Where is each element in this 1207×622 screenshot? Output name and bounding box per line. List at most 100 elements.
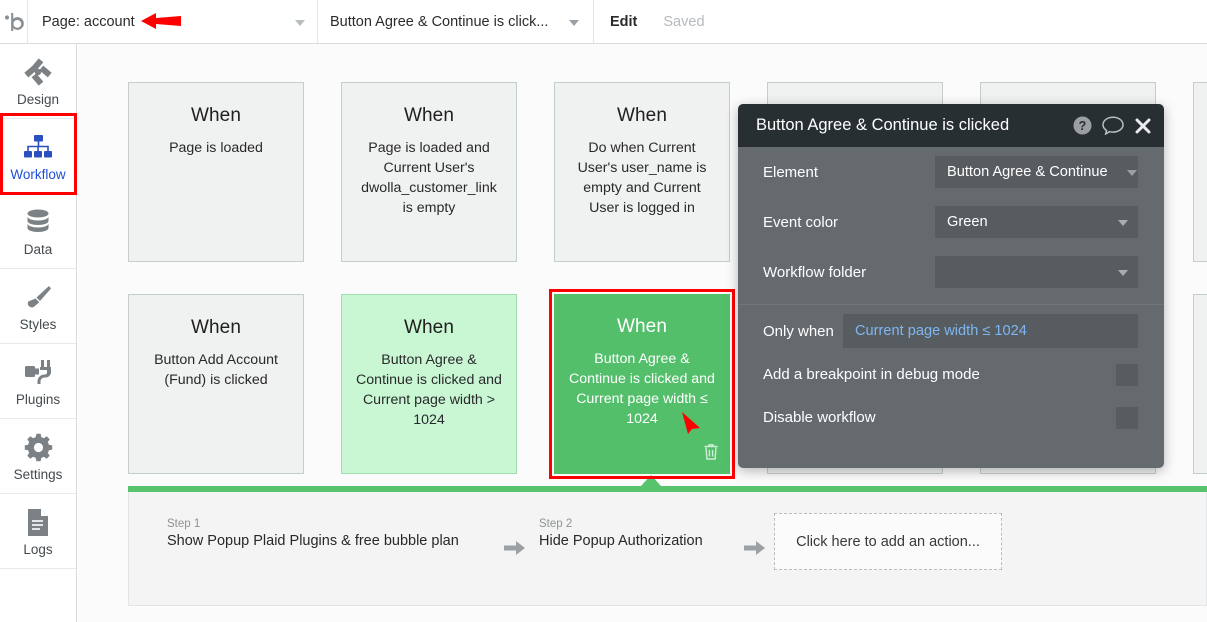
sidebar-item-label: Logs bbox=[23, 542, 53, 557]
chevron-down-icon bbox=[569, 19, 579, 26]
workflow-selector-label: Button Agree & Continue is click... bbox=[330, 13, 549, 30]
event-card-condition: Page is loaded bbox=[169, 140, 263, 156]
connector-triangle-icon bbox=[641, 475, 661, 486]
bubble-logo[interactable] bbox=[0, 0, 28, 43]
element-dropdown-value: Button Agree & Continue bbox=[947, 164, 1108, 180]
event-card-selected[interactable]: When Button Agree & Continue is clicked … bbox=[554, 294, 730, 474]
arrow-right-icon bbox=[504, 540, 526, 556]
sidebar-item-plugins[interactable]: Plugins bbox=[0, 344, 76, 419]
sidebar-item-label: Settings bbox=[13, 467, 63, 482]
event-card[interactable]: When Button Add Account (Fund) is clicke… bbox=[128, 294, 304, 474]
page-selector-label: Page: account bbox=[42, 13, 135, 30]
event-card-when: When bbox=[190, 317, 242, 338]
event-color-dropdown-value: Green bbox=[947, 214, 988, 230]
action-step-number: Step 1 bbox=[167, 518, 201, 530]
panel-title: Button Agree & Continue is clicked bbox=[756, 116, 1010, 134]
edit-button-label: Edit bbox=[610, 13, 638, 30]
event-properties-panel: Button Agree & Continue is clicked ? Ele… bbox=[738, 104, 1164, 468]
event-card[interactable]: When Do when Current User's user_name is… bbox=[554, 82, 730, 262]
arrow-right-icon bbox=[744, 540, 766, 556]
design-icon bbox=[23, 55, 53, 89]
action-step[interactable]: Step 1 Show Popup Plaid Plugins & free b… bbox=[167, 518, 459, 549]
top-toolbar: Page: account Button Agree & Continue is… bbox=[0, 0, 1207, 44]
panel-divider bbox=[738, 304, 1164, 305]
sidebar-item-data[interactable]: Data bbox=[0, 194, 76, 269]
close-icon[interactable] bbox=[1134, 117, 1152, 135]
breakpoint-field-row: Add a breakpoint in debug mode bbox=[738, 353, 1164, 396]
comment-icon[interactable] bbox=[1102, 116, 1124, 135]
chevron-down-icon bbox=[1118, 270, 1128, 276]
event-card-condition: Page is loaded and Current User's dwolla… bbox=[361, 140, 497, 216]
only-when-expression[interactable]: Current page width ≤ 1024 bbox=[843, 314, 1138, 348]
panel-header: Button Agree & Continue is clicked ? bbox=[738, 104, 1164, 147]
event-card-condition: Button Add Account (Fund) is clicked bbox=[154, 352, 278, 388]
event-color-field-label: Event color bbox=[763, 213, 839, 231]
chevron-down-icon bbox=[1118, 220, 1128, 226]
add-action-button[interactable]: Click here to add an action... bbox=[774, 513, 1002, 570]
element-dropdown[interactable]: Button Agree & Continue bbox=[935, 156, 1138, 188]
sidebar-item-label: Styles bbox=[19, 317, 57, 332]
panel-body: Element Button Agree & Continue Event co… bbox=[738, 147, 1164, 468]
workflow-icon bbox=[23, 130, 53, 164]
breakpoint-checkbox[interactable] bbox=[1116, 363, 1138, 386]
workflow-folder-field-row: Workflow folder bbox=[738, 247, 1164, 297]
breakpoint-field-label: Add a breakpoint in debug mode bbox=[763, 366, 980, 383]
bubble-editor-window: Page: account Button Agree & Continue is… bbox=[0, 0, 1207, 622]
event-card-when: When bbox=[190, 105, 242, 126]
sidebar-item-workflow[interactable]: Workflow bbox=[0, 119, 76, 194]
logs-icon bbox=[26, 505, 50, 539]
chevron-down-icon bbox=[1127, 170, 1137, 176]
plugins-icon bbox=[23, 355, 53, 389]
sidebar-item-label: Workflow bbox=[10, 167, 66, 182]
only-when-field-label: Only when bbox=[763, 322, 834, 340]
sidebar-item-label: Plugins bbox=[15, 392, 61, 407]
disable-workflow-field-row: Disable workflow bbox=[738, 396, 1164, 439]
event-card-when: When bbox=[616, 105, 668, 126]
event-card[interactable]: When bbox=[1193, 294, 1207, 474]
edit-button[interactable]: Edit bbox=[594, 0, 653, 43]
sidebar-item-styles[interactable]: Styles bbox=[0, 269, 76, 344]
event-color-dropdown[interactable]: Green bbox=[935, 206, 1138, 238]
disable-workflow-field-label: Disable workflow bbox=[763, 409, 876, 426]
event-card-condition: Button Agree & Continue is clicked and C… bbox=[356, 352, 502, 428]
sidebar-item-label: Design bbox=[16, 92, 60, 107]
sidebar-item-design[interactable]: Design bbox=[0, 44, 76, 119]
svg-text:?: ? bbox=[1079, 119, 1087, 133]
styles-icon bbox=[23, 280, 53, 314]
event-card-condition: Do when Current User's user_name is empt… bbox=[577, 140, 707, 216]
event-card-when: When bbox=[616, 316, 668, 337]
delete-icon[interactable] bbox=[703, 443, 719, 466]
action-step-label: Hide Popup Authorization bbox=[539, 533, 703, 549]
gear-icon bbox=[24, 430, 53, 464]
data-icon bbox=[23, 205, 53, 239]
workflow-folder-dropdown[interactable] bbox=[935, 256, 1138, 288]
action-step-number: Step 2 bbox=[539, 518, 573, 530]
event-card-when: When bbox=[403, 317, 455, 338]
event-card[interactable]: When Button Agree & Continue is clicked … bbox=[341, 294, 517, 474]
sidebar-item-label: Data bbox=[23, 242, 53, 257]
bubble-logo-icon bbox=[4, 11, 24, 33]
saved-status: Saved bbox=[653, 0, 714, 43]
annotation-arrow-upleft-icon bbox=[680, 410, 706, 441]
element-field-row: Element Button Agree & Continue bbox=[738, 147, 1164, 197]
sidebar-item-settings[interactable]: Settings bbox=[0, 419, 76, 494]
disable-workflow-checkbox[interactable] bbox=[1116, 406, 1138, 429]
help-icon[interactable]: ? bbox=[1073, 116, 1092, 135]
only-when-expression-value: Current page width ≤ 1024 bbox=[855, 323, 1027, 339]
workflow-selector[interactable]: Button Agree & Continue is click... bbox=[318, 0, 594, 43]
action-step[interactable]: Step 2 Hide Popup Authorization bbox=[539, 518, 703, 549]
event-card[interactable]: When bbox=[1193, 82, 1207, 262]
element-field-label: Element bbox=[763, 163, 819, 181]
add-action-label: Click here to add an action... bbox=[796, 533, 980, 550]
saved-status-label: Saved bbox=[663, 13, 705, 30]
chevron-down-icon bbox=[295, 19, 305, 26]
event-card[interactable]: When Page is loaded bbox=[128, 82, 304, 262]
workflow-folder-field-label: Workflow folder bbox=[763, 263, 867, 281]
only-when-field-row: Only when Current page width ≤ 1024 bbox=[738, 309, 1164, 353]
actions-strip: Step 1 Show Popup Plaid Plugins & free b… bbox=[128, 492, 1207, 606]
event-card-when: When bbox=[403, 105, 455, 126]
event-card[interactable]: When Page is loaded and Current User's d… bbox=[341, 82, 517, 262]
sidebar-item-logs[interactable]: Logs bbox=[0, 494, 76, 569]
annotation-arrow-left-icon bbox=[139, 9, 183, 33]
event-color-field-row: Event color Green bbox=[738, 197, 1164, 247]
